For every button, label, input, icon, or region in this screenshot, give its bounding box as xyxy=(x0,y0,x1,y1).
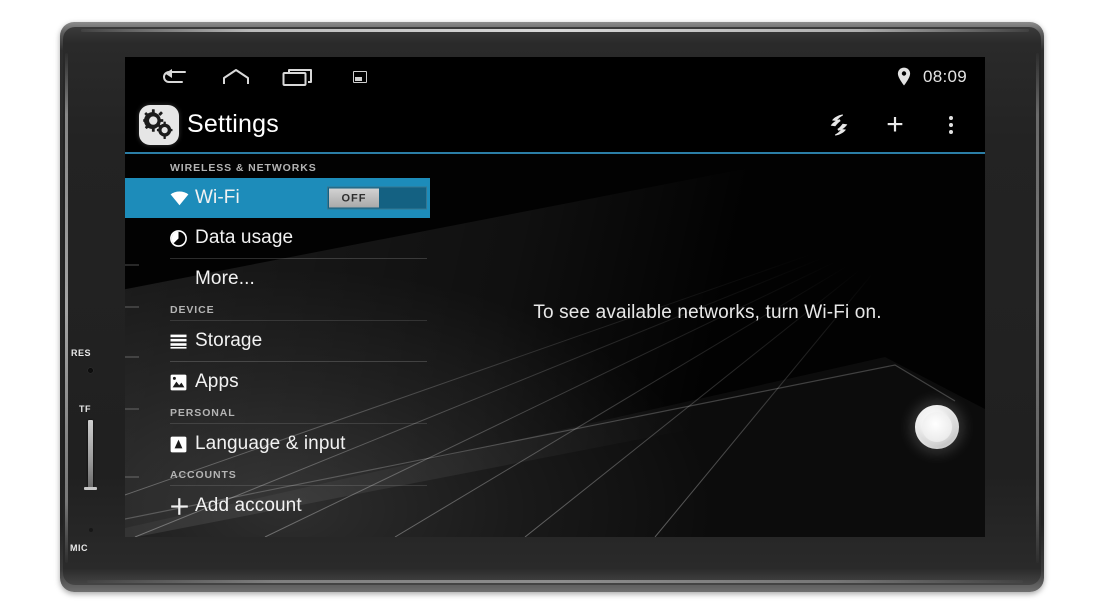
settings-list: WIRELESS & NETWORKS Wi-Fi OFF Data usage… xyxy=(125,154,430,537)
back-arrow-icon xyxy=(163,68,186,83)
nav-home-button[interactable] xyxy=(205,57,267,96)
apps-image-icon xyxy=(170,374,195,391)
settings-row-label: More... xyxy=(195,268,255,289)
wifi-content-pane: To see available networks, turn Wi-Fi on… xyxy=(430,154,985,537)
wifi-toggle-state: OFF xyxy=(341,192,367,204)
add-button[interactable]: + xyxy=(867,96,923,153)
microphone-hole xyxy=(89,528,93,532)
section-header-wireless: WIRELESS & NETWORKS xyxy=(170,162,317,174)
settings-row-more[interactable]: More... xyxy=(125,259,430,299)
page-title: Settings xyxy=(187,110,279,138)
screenshot-icon xyxy=(353,70,367,83)
sync-bolt-icon xyxy=(830,113,848,136)
microphone-label: MIC xyxy=(70,543,88,553)
section-header-personal: PERSONAL xyxy=(170,407,236,419)
nav-screenshot-button[interactable] xyxy=(329,57,391,96)
settings-row-apps[interactable]: Apps xyxy=(125,362,430,402)
wifi-toggle-thumb: OFF xyxy=(329,188,379,208)
gear-icon xyxy=(143,108,173,139)
settings-row-label: Wi-Fi xyxy=(195,187,240,208)
settings-row-language-input[interactable]: Language & input xyxy=(125,424,430,464)
bezel-top-highlight xyxy=(81,29,1029,32)
status-clock: 08:09 xyxy=(922,66,967,86)
overflow-menu-icon xyxy=(949,115,953,134)
screenshot-root: RES TF MIC 08:09 Settings + WIRELESS & N… xyxy=(0,0,1100,615)
tf-card-label: TF xyxy=(79,404,91,414)
nav-back-button[interactable] xyxy=(143,57,205,96)
recent-apps-icon xyxy=(282,68,312,86)
settings-gear-icon xyxy=(139,104,179,145)
empty-state-message: To see available networks, turn Wi-Fi on… xyxy=(533,302,882,323)
settings-action-bar: Settings + xyxy=(125,96,985,153)
reset-label: RES xyxy=(71,348,92,358)
wifi-icon xyxy=(170,191,195,206)
action-bar-buttons: + xyxy=(811,96,985,153)
language-input-icon xyxy=(170,436,195,453)
section-header-accounts: ACCOUNTS xyxy=(170,469,237,481)
status-indicator-light xyxy=(915,405,959,449)
device-screen: 08:09 Settings + WIRELESS & NETWORKS Wi-… xyxy=(125,57,985,537)
storage-lines-icon xyxy=(170,334,195,349)
bezel-right-highlight xyxy=(1036,53,1039,563)
bezel-left-highlight xyxy=(65,53,68,563)
settings-row-label: Apps xyxy=(195,371,239,392)
sync-button[interactable] xyxy=(811,96,867,153)
data-usage-pie-icon xyxy=(170,229,195,247)
settings-row-data-usage[interactable]: Data usage xyxy=(125,218,430,258)
settings-row-label: Storage xyxy=(195,330,263,351)
nav-recents-button[interactable] xyxy=(267,57,329,96)
section-header-device: DEVICE xyxy=(170,304,215,316)
settings-row-add-account[interactable]: Add account xyxy=(125,486,430,526)
location-pin-icon xyxy=(897,67,911,86)
plus-icon xyxy=(170,497,195,516)
bezel-bottom-highlight xyxy=(87,580,1023,583)
reset-pinhole[interactable] xyxy=(88,368,93,373)
settings-row-label: Data usage xyxy=(195,227,294,248)
plus-icon: + xyxy=(886,107,904,141)
overflow-menu-button[interactable] xyxy=(923,96,979,153)
settings-row-label: Add account xyxy=(195,495,302,516)
action-bar-divider xyxy=(125,152,985,154)
settings-row-storage[interactable]: Storage xyxy=(125,321,430,361)
settings-row-label: Language & input xyxy=(195,433,346,454)
wifi-toggle[interactable]: OFF xyxy=(327,186,427,210)
settings-row-wifi[interactable]: Wi-Fi OFF xyxy=(125,178,430,218)
home-icon xyxy=(223,68,249,84)
android-status-bar: 08:09 xyxy=(125,57,985,96)
tf-card-slot[interactable] xyxy=(84,420,97,490)
status-bar-right: 08:09 xyxy=(897,67,985,87)
